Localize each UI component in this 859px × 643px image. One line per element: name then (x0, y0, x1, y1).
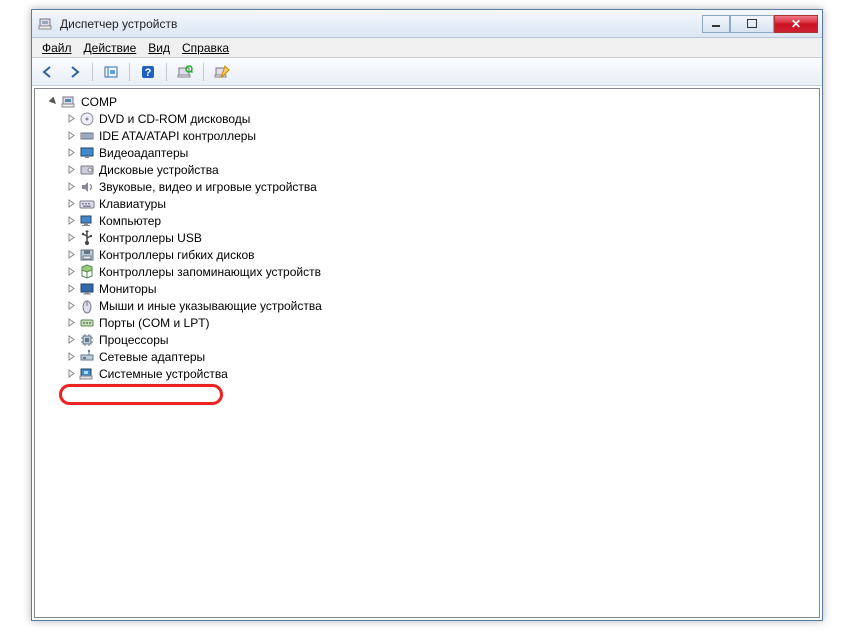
forward-button[interactable] (62, 60, 86, 84)
tree-item[interactable]: Звуковые, видео и игровые устройства (39, 178, 815, 195)
menu-file[interactable]: Файл (36, 39, 78, 57)
optical-icon (79, 111, 95, 127)
expand-icon[interactable] (65, 249, 77, 261)
tree-item[interactable]: Контроллеры запоминающих устройств (39, 263, 815, 280)
tree-item-label: Компьютер (99, 214, 161, 228)
tree-item[interactable]: IDE ATA/ATAPI контроллеры (39, 127, 815, 144)
tree-item[interactable]: Видеоадаптеры (39, 144, 815, 161)
collapse-icon[interactable] (47, 96, 59, 108)
tree-item-label: Клавиатуры (99, 197, 166, 211)
expand-icon[interactable] (65, 266, 77, 278)
tree-root-label: COMP (81, 95, 117, 109)
floppyctrl-icon (79, 247, 95, 263)
expand-icon[interactable] (65, 198, 77, 210)
tree-item-label: Видеоадаптеры (99, 146, 188, 160)
ide-icon (79, 128, 95, 144)
scan-hardware-button[interactable] (173, 60, 197, 84)
tree-item-label: Звуковые, видео и игровые устройства (99, 180, 317, 194)
tree-item-label: Порты (COM и LPT) (99, 316, 210, 330)
menu-action[interactable]: Действие (78, 39, 143, 57)
expand-icon[interactable] (65, 215, 77, 227)
tree-item[interactable]: Мыши и иные указывающие устройства (39, 297, 815, 314)
keyboard-icon (79, 196, 95, 212)
expand-icon[interactable] (65, 368, 77, 380)
tree-item-label: IDE ATA/ATAPI контроллеры (99, 129, 256, 143)
minimize-button[interactable] (702, 15, 730, 33)
sound-icon (79, 179, 95, 195)
show-hidden-button[interactable] (99, 60, 123, 84)
tree-item-label: Процессоры (99, 333, 169, 347)
expand-icon[interactable] (65, 317, 77, 329)
tree-root[interactable]: COMP (39, 93, 815, 110)
maximize-button[interactable] (730, 15, 774, 33)
computer-icon (61, 94, 77, 110)
tree-item[interactable]: Клавиатуры (39, 195, 815, 212)
tree-item-label: Дисковые устройства (99, 163, 219, 177)
tree-item[interactable]: Мониторы (39, 280, 815, 297)
tree-item[interactable]: Системные устройства (39, 365, 815, 382)
tree-item-label: Контроллеры гибких дисков (99, 248, 255, 262)
svg-text:?: ? (145, 67, 152, 79)
tree-item[interactable]: Сетевые адаптеры (39, 348, 815, 365)
expand-icon[interactable] (65, 181, 77, 193)
expand-icon[interactable] (65, 147, 77, 159)
mouse-icon (79, 298, 95, 314)
help-button[interactable]: ? (136, 60, 160, 84)
tree-item[interactable]: Процессоры (39, 331, 815, 348)
tree-item-label: Мониторы (99, 282, 156, 296)
menu-bar: Файл Действие Вид Справка (32, 38, 822, 58)
device-tree-pane: COMP DVD и CD-ROM дисководы IDE ATA/ATAPI… (34, 88, 820, 618)
menu-view[interactable]: Вид (142, 39, 176, 57)
disk-icon (79, 162, 95, 178)
window-title: Диспетчер устройств (60, 17, 702, 31)
toolbar: ? (32, 58, 822, 86)
cpu-icon (79, 332, 95, 348)
tree-item[interactable]: Порты (COM и LPT) (39, 314, 815, 331)
tree-item-label: Контроллеры USB (99, 231, 202, 245)
properties-button[interactable] (210, 60, 234, 84)
expand-icon[interactable] (65, 113, 77, 125)
display-icon (79, 145, 95, 161)
tree-item[interactable]: Компьютер (39, 212, 815, 229)
tree-item-label: Контроллеры запоминающих устройств (99, 265, 321, 279)
network-icon (79, 349, 95, 365)
tree-item-label: DVD и CD-ROM дисководы (99, 112, 250, 126)
tree-item-label: Сетевые адаптеры (99, 350, 205, 364)
device-manager-window: Диспетчер устройств ✕ Файл Действие Вид … (31, 9, 823, 621)
storage-icon (79, 264, 95, 280)
expand-icon[interactable] (65, 130, 77, 142)
tree-item-label: Мыши и иные указывающие устройства (99, 299, 322, 313)
expand-icon[interactable] (65, 232, 77, 244)
system-icon (79, 366, 95, 382)
computer-icon (79, 213, 95, 229)
monitor-icon (79, 281, 95, 297)
tree-item[interactable]: Контроллеры USB (39, 229, 815, 246)
usb-icon (79, 230, 95, 246)
tree-item-label: Системные устройства (99, 367, 228, 381)
app-icon (38, 16, 54, 32)
tree-item[interactable]: Дисковые устройства (39, 161, 815, 178)
expand-icon[interactable] (65, 334, 77, 346)
expand-icon[interactable] (65, 164, 77, 176)
expand-icon[interactable] (65, 300, 77, 312)
tree-item[interactable]: DVD и CD-ROM дисководы (39, 110, 815, 127)
tree-item[interactable]: Контроллеры гибких дисков (39, 246, 815, 263)
close-button[interactable]: ✕ (774, 15, 818, 33)
port-icon (79, 315, 95, 331)
expand-icon[interactable] (65, 351, 77, 363)
back-button[interactable] (36, 60, 60, 84)
menu-help[interactable]: Справка (176, 39, 235, 57)
expand-icon[interactable] (65, 283, 77, 295)
title-bar: Диспетчер устройств ✕ (32, 10, 822, 38)
